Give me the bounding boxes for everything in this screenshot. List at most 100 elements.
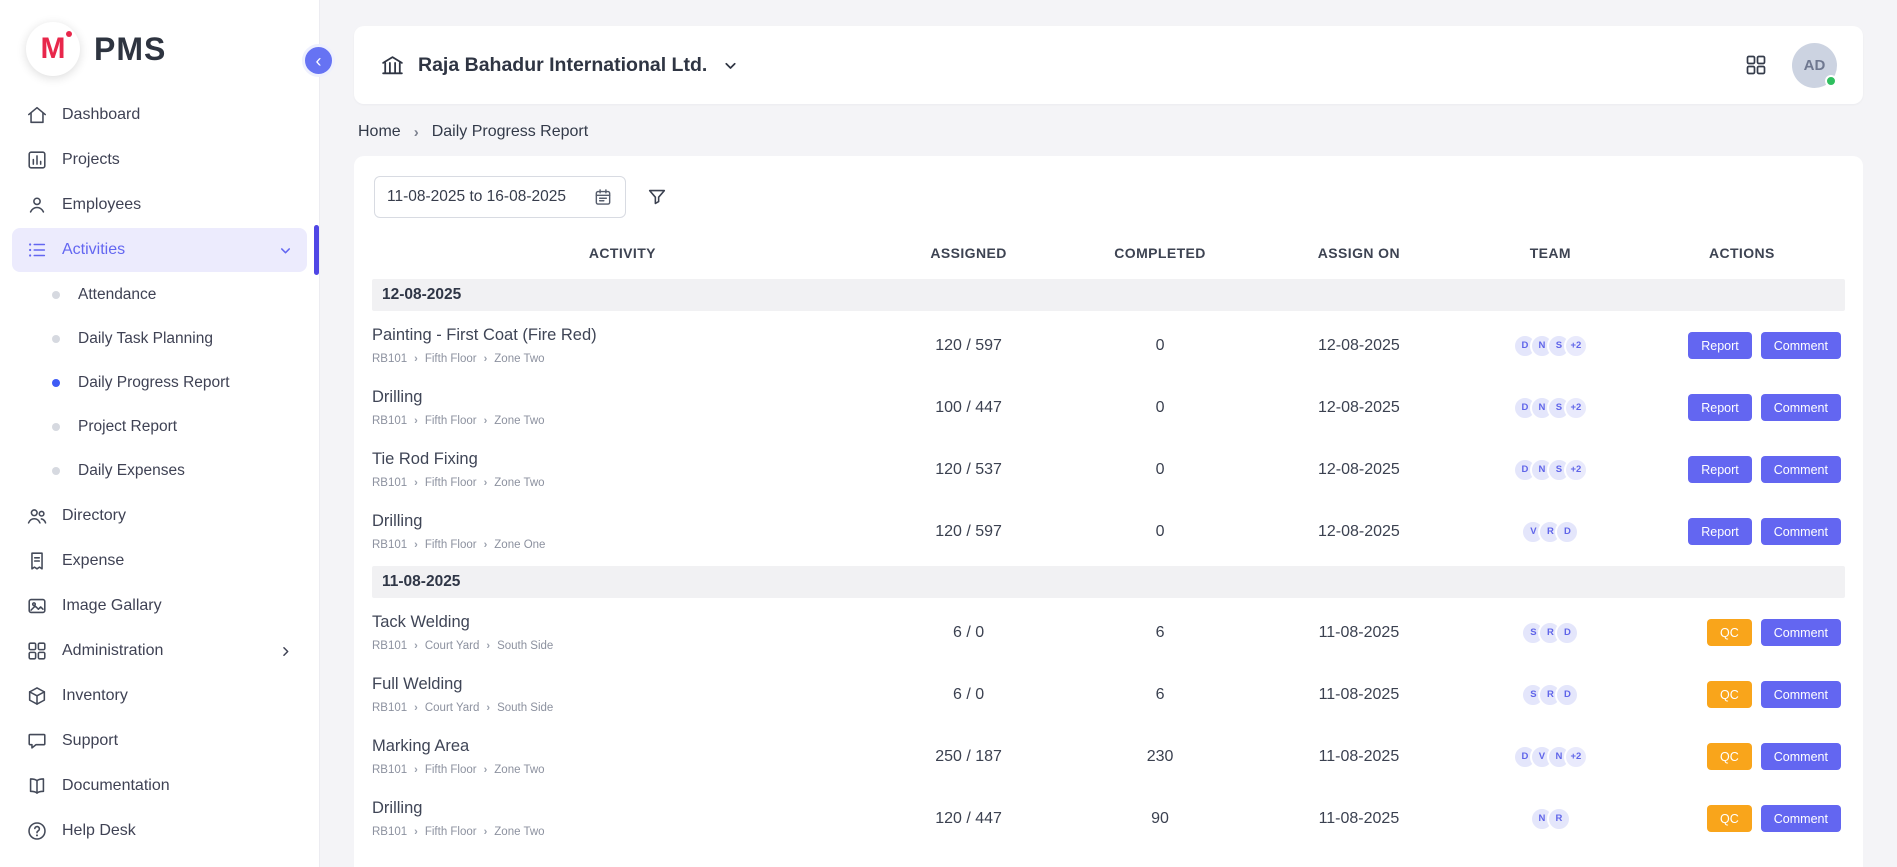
assigned-value: 120 / 537 <box>873 461 1064 479</box>
activity-cell: DrillingRB101›Fifth Floor›Zone Two <box>372 799 873 838</box>
chevron-right-icon: › <box>484 477 488 489</box>
activity-cell: Marking AreaRB101›Fifth Floor›Zone Two <box>372 737 873 776</box>
sidebar: ‹ M PMS DashboardProjectsEmployeesActivi… <box>0 0 320 867</box>
sidebar-item-label: Support <box>62 732 118 750</box>
sidebar-subitem-daily-progress-report[interactable]: Daily Progress Report <box>0 361 319 405</box>
sidebar-item-dashboard[interactable]: Dashboard <box>12 93 307 137</box>
team-extra-count[interactable]: +2 <box>1564 334 1588 358</box>
chevron-down-icon <box>278 243 293 258</box>
company-selector[interactable]: Raja Bahadur International Ltd. <box>380 53 739 78</box>
sidebar-item-directory[interactable]: Directory <box>12 494 307 538</box>
sidebar-item-employees[interactable]: Employees <box>12 183 307 227</box>
report-button[interactable]: Report <box>1688 394 1752 421</box>
sidebar-subitem-attendance[interactable]: Attendance <box>0 273 319 317</box>
activities-icon <box>26 239 48 261</box>
sidebar-item-administration[interactable]: Administration <box>12 629 307 673</box>
team-cell: DNS+2 <box>1462 396 1639 420</box>
comment-button[interactable]: Comment <box>1761 619 1841 646</box>
comment-button[interactable]: Comment <box>1761 456 1841 483</box>
actions-cell: QC Comment <box>1639 743 1845 770</box>
date-range-input[interactable]: 11-08-2025 to 16-08-2025 <box>374 176 626 218</box>
activity-location: RB101›Fifth Floor›Zone Two <box>372 764 873 776</box>
location-segment: RB101 <box>372 764 407 776</box>
activity-name: Full Welding <box>372 675 873 694</box>
apps-grid-icon[interactable] <box>1744 53 1768 77</box>
team-member-avatar[interactable]: D <box>1555 683 1579 707</box>
sidebar-subitem-daily-task-planning[interactable]: Daily Task Planning <box>0 317 319 361</box>
sidebar-nav: DashboardProjects Employees Activities Atte… <box>0 93 319 864</box>
report-button[interactable]: Report <box>1688 518 1752 545</box>
qc-button[interactable]: QC <box>1707 805 1752 832</box>
sidebar-item-label: Image Gallary <box>62 597 162 615</box>
avatar-initials: AD <box>1804 57 1826 74</box>
main-content: Raja Bahadur International Ltd. AD Home … <box>320 0 1897 867</box>
sidebar-item-label: Employees <box>62 196 141 214</box>
comment-button[interactable]: Comment <box>1761 332 1841 359</box>
sidebar-subitem-daily-expenses[interactable]: Daily Expenses <box>0 449 319 493</box>
location-segment: Zone Two <box>494 353 544 365</box>
table-row: Painting - First Coat (Fire Red)RB101›Fi… <box>372 315 1845 377</box>
active-indicator <box>314 225 319 275</box>
sidebar-subitem-project-report[interactable]: Project Report <box>0 405 319 449</box>
chevron-right-icon: › <box>484 415 488 427</box>
team-extra-count[interactable]: +2 <box>1564 745 1588 769</box>
qc-button[interactable]: QC <box>1707 743 1752 770</box>
team-member-avatar[interactable]: D <box>1555 520 1579 544</box>
sidebar-collapse-button[interactable]: ‹ <box>302 44 335 77</box>
assign-on-value: 12-08-2025 <box>1256 337 1462 355</box>
completed-value: 0 <box>1064 523 1255 541</box>
sidebar-subitem-label: Attendance <box>78 286 156 304</box>
comment-button[interactable]: Comment <box>1761 805 1841 832</box>
location-segment: South Side <box>497 640 553 652</box>
team-member-avatar[interactable]: R <box>1547 807 1571 831</box>
completed-value: 0 <box>1064 461 1255 479</box>
sidebar-item-support[interactable]: Support <box>12 719 307 763</box>
sidebar-item-expense[interactable]: Expense <box>12 539 307 583</box>
assign-on-value: 11-08-2025 <box>1256 810 1462 828</box>
location-segment: RB101 <box>372 826 407 838</box>
qc-button[interactable]: QC <box>1707 681 1752 708</box>
app-logo: M PMS <box>0 0 319 92</box>
app-name: PMS <box>94 31 166 68</box>
receipt-icon <box>26 550 48 572</box>
column-header-actions: ACTIONS <box>1639 245 1845 261</box>
team-extra-count[interactable]: +2 <box>1564 396 1588 420</box>
completed-value: 0 <box>1064 399 1255 417</box>
sidebar-item-projects[interactable]: Projects <box>12 138 307 182</box>
sidebar-item-activities[interactable]: Activities <box>12 228 307 272</box>
location-segment: Fifth Floor <box>425 826 477 838</box>
sidebar-item-help-desk[interactable]: Help Desk <box>12 809 307 853</box>
comment-button[interactable]: Comment <box>1761 518 1841 545</box>
location-segment: South Side <box>497 702 553 714</box>
breadcrumb: Home › Daily Progress Report <box>358 123 1859 141</box>
assign-on-value: 12-08-2025 <box>1256 399 1462 417</box>
breadcrumb-home[interactable]: Home <box>358 123 401 141</box>
book-icon <box>26 775 48 797</box>
comment-button[interactable]: Comment <box>1761 743 1841 770</box>
team-member-avatar[interactable]: D <box>1555 621 1579 645</box>
report-button[interactable]: Report <box>1688 456 1752 483</box>
logo-m-icon: M <box>26 22 80 76</box>
report-card: 11-08-2025 to 16-08-2025 ACTIVITYASSIGNE… <box>354 156 1863 867</box>
sidebar-item-image-gallary[interactable]: Image Gallary <box>12 584 307 628</box>
report-button[interactable]: Report <box>1688 332 1752 359</box>
users-icon <box>26 505 48 527</box>
qc-button[interactable]: QC <box>1707 619 1752 646</box>
table-row: DrillingRB101›Fifth Floor›Zone One120 / … <box>372 501 1845 563</box>
sidebar-item-documentation[interactable]: Documentation <box>12 764 307 808</box>
comment-button[interactable]: Comment <box>1761 394 1841 421</box>
location-segment: RB101 <box>372 353 407 365</box>
team-cell: SRD <box>1462 683 1639 707</box>
chevron-right-icon: › <box>414 477 418 489</box>
team-extra-count[interactable]: +2 <box>1564 458 1588 482</box>
comment-button[interactable]: Comment <box>1761 681 1841 708</box>
location-segment: Fifth Floor <box>425 477 477 489</box>
bullet-dot-icon <box>52 335 60 343</box>
sidebar-item-label: Documentation <box>62 777 170 795</box>
location-segment: Court Yard <box>425 640 480 652</box>
user-avatar[interactable]: AD <box>1792 43 1837 88</box>
activity-cell: Tie Rod FixingRB101›Fifth Floor›Zone Two <box>372 450 873 489</box>
sidebar-item-inventory[interactable]: Inventory <box>12 674 307 718</box>
filter-funnel-icon[interactable] <box>646 186 668 208</box>
chevron-right-icon: › <box>414 702 418 714</box>
